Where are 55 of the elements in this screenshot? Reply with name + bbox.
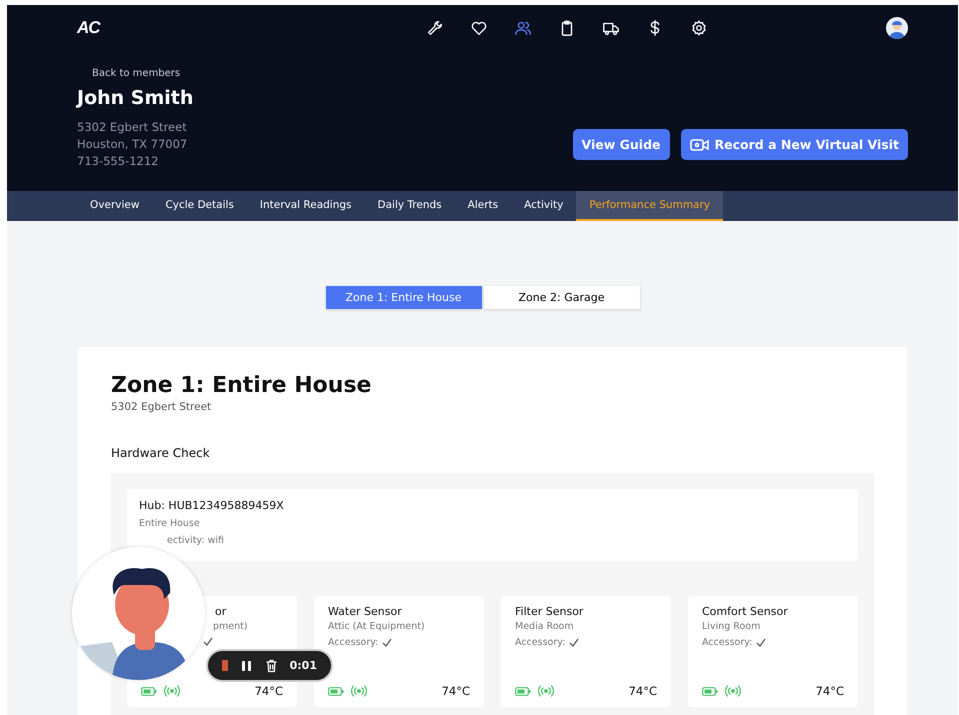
- wrench-icon[interactable]: [426, 19, 444, 37]
- tab[interactable]: Performance Summary: [576, 191, 724, 221]
- hub-location: Entire House: [139, 518, 201, 529]
- sensor-location: Media Room: [515, 621, 575, 632]
- wireless-signal-icon: [163, 685, 181, 697]
- back-link[interactable]: Back to members: [92, 68, 908, 79]
- address-line: 713-555-1212: [77, 154, 160, 168]
- sensor-name: Filter Sensor: [515, 605, 584, 618]
- wireless-signal-icon: [724, 685, 742, 697]
- sensor-temperature: 74°C: [442, 684, 470, 698]
- address-line: Houston, TX 77007: [77, 137, 188, 151]
- sensor-temperature: 74°C: [254, 684, 283, 698]
- sensor-name: Comfort Sensor: [702, 605, 789, 618]
- sensor-location: Attic (At Equipment): [328, 621, 426, 632]
- accessory-label: Accessory:: [515, 637, 566, 648]
- sensor-name: Water Sensor: [328, 605, 403, 618]
- battery-icon: [515, 686, 531, 696]
- tab[interactable]: Daily Trends: [364, 191, 455, 221]
- recording-timer: 0:01: [290, 659, 317, 672]
- video-camera-icon: [690, 138, 709, 152]
- wireless-signal-icon: [350, 685, 368, 697]
- sensor-location: pment): [212, 621, 249, 632]
- user-avatar[interactable]: [886, 17, 908, 39]
- battery-icon: [141, 686, 157, 696]
- hub-id: Hub: HUB123495889459X: [139, 499, 285, 512]
- section-title: Hardware Check: [111, 446, 211, 460]
- battery-icon: [328, 686, 344, 696]
- sensor-name: or: [214, 605, 228, 618]
- delete-button[interactable]: [264, 658, 278, 672]
- sensor-temperature: 74°C: [816, 684, 844, 698]
- zone-toggle[interactable]: Zone 1: Entire House: [326, 286, 482, 309]
- address-line: 5302 Egbert Street: [77, 120, 188, 134]
- pause-button[interactable]: [240, 658, 253, 672]
- tab[interactable]: Activity: [511, 191, 576, 221]
- tab[interactable]: Interval Readings: [246, 191, 365, 221]
- sensor-location: Living Room: [702, 621, 762, 632]
- zone-title: Zone 1: Entire House: [111, 373, 372, 398]
- view-guide-button[interactable]: View Guide: [572, 129, 670, 160]
- member-name: John Smith: [77, 87, 194, 109]
- zone-address: 5302 Egbert Street: [111, 401, 212, 413]
- tab[interactable]: Cycle Details: [152, 191, 247, 221]
- record-visit-button[interactable]: Record a New Virtual Visit: [680, 129, 908, 160]
- battery-icon: [702, 686, 718, 696]
- tab[interactable]: Overview: [77, 191, 152, 221]
- zone-toggle[interactable]: Zone 2: Garage: [484, 286, 640, 309]
- tab[interactable]: Alerts: [454, 191, 512, 221]
- accessory-label: Accessory:: [702, 637, 752, 648]
- gear-icon[interactable]: [690, 19, 708, 37]
- wireless-signal-icon: [537, 685, 555, 697]
- hub-connectivity: ectivity: wifi: [166, 535, 225, 546]
- people-icon[interactable]: [514, 19, 532, 37]
- logo[interactable]: AC: [77, 18, 157, 38]
- accessory-label: Accessory:: [328, 637, 378, 648]
- heart-icon[interactable]: [470, 19, 488, 37]
- sensor-temperature: 74°C: [628, 684, 657, 698]
